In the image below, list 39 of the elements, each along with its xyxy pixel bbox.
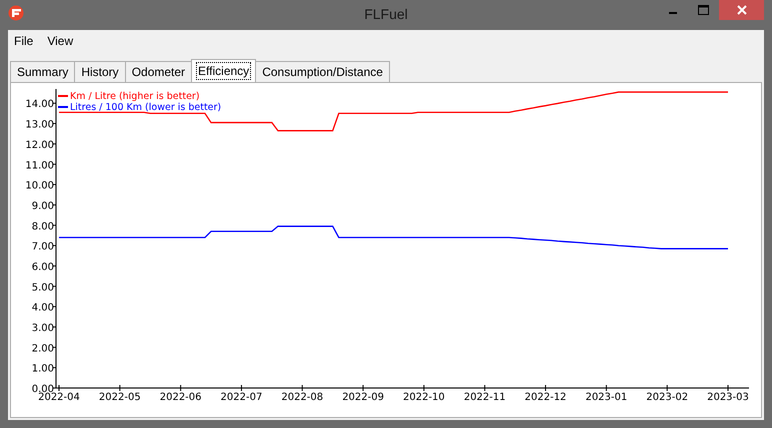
app-logo-icon — [8, 5, 24, 21]
x-tick-label: 2022-04 — [38, 392, 80, 403]
y-tick-label: 1.00 — [32, 364, 54, 375]
y-tick-label: 11.00 — [25, 160, 54, 172]
x-tick-label: 2022-07 — [220, 392, 262, 403]
y-tick-label: 2.00 — [32, 343, 54, 354]
x-tick-label: 2023-02 — [646, 392, 688, 403]
y-tick-label: 3.00 — [32, 322, 54, 334]
legend-label: Litres / 100 Km (lower is better) — [70, 102, 222, 113]
y-tick-label: 4.00 — [32, 302, 54, 314]
close-icon — [736, 5, 746, 15]
x-tick-label: 2022-12 — [524, 392, 566, 403]
x-tick-label: 2023-03 — [707, 392, 749, 403]
x-tick-label: 2022-11 — [464, 392, 506, 403]
x-tick-label: 2022-06 — [160, 392, 202, 403]
x-tick-label: 2022-10 — [403, 392, 445, 403]
y-tick-label: 9.00 — [32, 200, 54, 212]
menu-item[interactable]: File — [10, 32, 38, 50]
legend-label: Km / Litre (higher is better) — [70, 91, 200, 102]
minimize-icon — [669, 12, 677, 14]
y-tick-label: 7.00 — [32, 242, 54, 253]
tab[interactable]: Summary — [10, 61, 76, 82]
window-title: FLFuel — [363, 6, 409, 22]
y-tick-label: 6.00 — [32, 262, 54, 273]
x-tick-label: 2022-09 — [342, 392, 384, 403]
maximize-icon — [698, 5, 708, 15]
y-tick-label: 13.00 — [25, 120, 54, 131]
y-tick-label: 5.00 — [32, 282, 54, 294]
menu-item[interactable]: View — [43, 32, 78, 50]
x-tick-label: 2023-01 — [585, 392, 628, 403]
tab[interactable]: Consumption/Distance — [255, 61, 390, 82]
x-tick-label: 2022-05 — [98, 392, 141, 403]
close-button[interactable] — [719, 0, 764, 20]
y-tick-label: 10.00 — [25, 180, 54, 192]
tab[interactable]: Efficiency — [191, 59, 256, 82]
x-tick-label: 2022-08 — [281, 392, 324, 403]
y-tick-label: 8.00 — [32, 221, 54, 232]
y-tick-label: 12.00 — [25, 140, 54, 151]
y-tick-label: 14.00 — [25, 99, 54, 110]
